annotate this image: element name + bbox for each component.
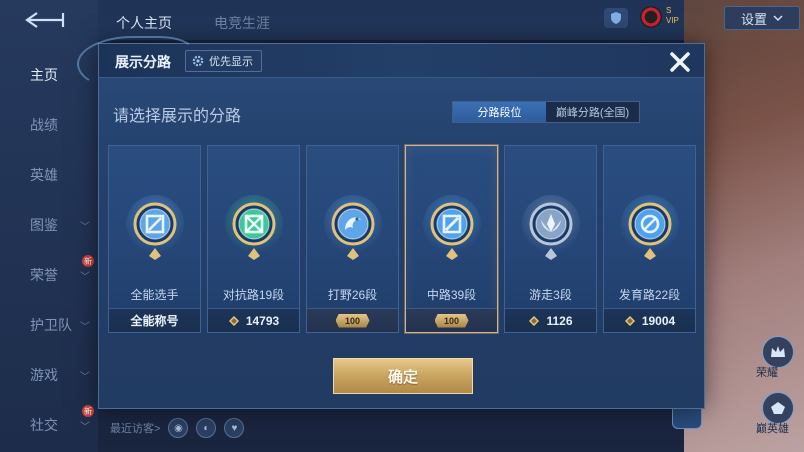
tab-peak-lane-national[interactable]: 巅峰分路(全国) — [546, 102, 639, 122]
lane-card[interactable]: 全能选手 全能称号 — [108, 145, 201, 333]
clash-lane-emblem-icon — [224, 194, 284, 262]
vip-info: S VIP — [666, 6, 679, 26]
peak-star-badge: 100 — [335, 313, 370, 328]
points-icon — [528, 315, 540, 327]
sidebar-item-label: 战绩 — [30, 117, 58, 133]
points-value: 19004 — [641, 313, 676, 328]
shield-icon — [611, 12, 621, 24]
sidebar-item-social[interactable]: 社交 ﹀ — [0, 410, 98, 440]
lane-card-footer: 19004 — [604, 308, 695, 332]
gear-icon — [192, 55, 204, 67]
back-button[interactable] — [22, 10, 68, 30]
settings-label: 设置 — [740, 11, 767, 27]
lane-card-footer: 1126 — [505, 308, 596, 332]
sidebar-item-label: 社交 — [30, 417, 58, 433]
visitor-avatar[interactable]: ◐ — [196, 418, 217, 438]
lane-mode-toggle: 分路段位 巅峰分路(全国) — [452, 101, 640, 123]
lane-card-list: 全能选手 全能称号 对抗路19段 14793 打野26段 100 中路39段 100 游走3段 1… — [108, 145, 698, 335]
chevron-down-icon: ﹀ — [80, 271, 90, 283]
hero-icon — [771, 402, 785, 414]
lane-card[interactable]: 中路39段 100 — [405, 145, 498, 333]
lane-card-footer: 100 — [406, 308, 497, 332]
points-icon — [624, 315, 636, 327]
lane-card-name: 游走3段 — [529, 288, 572, 302]
close-icon — [670, 52, 690, 72]
roam-emblem-icon — [521, 194, 581, 262]
recent-visitors-link[interactable]: 最近访客> — [110, 420, 160, 436]
tab-profile[interactable]: 个人主页 — [116, 13, 172, 33]
all-round-emblem-icon — [125, 194, 185, 262]
lane-card[interactable]: 游走3段 1126 — [504, 145, 597, 333]
lane-card-name: 发育路22段 — [618, 288, 681, 302]
farm-lane-emblem-icon — [620, 194, 680, 262]
jungle-emblem-icon — [323, 194, 383, 262]
sidebar-item-heroes[interactable]: 英雄 — [0, 160, 98, 190]
sidebar-item-label: 图鉴 — [30, 217, 58, 233]
sidebar-item-label: 主页 — [30, 67, 58, 83]
priority-display-button[interactable]: 优先显示 — [185, 50, 262, 72]
visitor-avatar[interactable]: ◉ — [168, 418, 189, 438]
sidebar-item-home[interactable]: 主页 — [0, 60, 98, 90]
sidebar-item-records[interactable]: 战绩 — [0, 110, 98, 140]
sidebar-item-codex[interactable]: 图鉴 ﹀ — [0, 210, 98, 240]
sidebar-item-label: 英雄 — [30, 167, 58, 183]
title-label: 全能称号 — [130, 314, 179, 328]
crown-icon — [771, 346, 785, 357]
like-icon[interactable]: ♥ — [224, 418, 245, 438]
lane-card-footer: 100 — [307, 308, 398, 332]
lane-display-dialog: 展示分路 优先显示 请选择展示的分路 分路段位 巅峰分路(全国) 全能选手全能称… — [77, 36, 705, 409]
glory-label: 荣耀 — [756, 367, 778, 379]
lane-card[interactable]: 发育路22段 19004 — [603, 145, 696, 333]
bottom-bar: 最近访客> ◉ ◐ ♥ — [110, 416, 245, 440]
peak-hero-label: 巅英雄 — [756, 423, 789, 435]
lane-card-name: 打野26段 — [327, 288, 378, 302]
close-button[interactable] — [665, 48, 695, 76]
lane-card-footer: 14793 — [208, 308, 299, 332]
settings-button[interactable]: 设置 — [724, 6, 800, 30]
points-value: 1126 — [546, 313, 573, 328]
lane-card-footer: 全能称号 — [109, 308, 200, 332]
sidebar-item-games[interactable]: 游戏 ﹀ — [0, 360, 98, 390]
peak-star-badge: 100 — [434, 313, 469, 328]
chevron-down-icon: ﹀ — [80, 371, 90, 383]
mid-lane-emblem-icon — [422, 194, 482, 262]
tab-esports-career[interactable]: 电竞生涯 — [214, 13, 270, 33]
back-arrow-icon — [25, 12, 65, 28]
points-icon — [228, 315, 240, 327]
points-value: 14793 — [245, 313, 280, 328]
lane-card-name: 对抗路19段 — [222, 288, 285, 302]
rank-badge[interactable] — [604, 8, 628, 28]
sidebar-item-honor[interactable]: 荣誉 ﹀ — [0, 260, 98, 290]
lane-card[interactable]: 打野26段 100 — [306, 145, 399, 333]
sidebar-item-label: 游戏 — [30, 367, 58, 383]
chevron-down-icon — [773, 15, 783, 22]
dialog-subtitle: 请选择展示的分路 — [113, 108, 242, 125]
sidebar-item-label: 荣誉 — [30, 267, 58, 283]
confirm-button[interactable]: 确定 — [333, 358, 473, 394]
tab-lane-rank[interactable]: 分路段位 — [453, 102, 546, 122]
lane-card-name: 中路39段 — [426, 288, 477, 302]
chevron-down-icon: ﹀ — [80, 321, 90, 333]
dialog-title: 展示分路 — [115, 54, 171, 70]
lane-card[interactable]: 对抗路19段 14793 — [207, 145, 300, 333]
vip-line-1: S — [666, 6, 672, 15]
lane-card-name: 全能选手 — [130, 288, 179, 302]
priority-display-label: 优先显示 — [209, 56, 253, 68]
chevron-down-icon: ﹀ — [80, 221, 90, 233]
sidebar-item-label: 护卫队 — [30, 317, 72, 333]
chevron-down-icon: ﹀ — [80, 421, 90, 433]
avatar[interactable] — [640, 6, 662, 28]
sidebar-item-guard-team[interactable]: 护卫队 ﹀ — [0, 310, 98, 340]
vip-line-2: VIP — [666, 16, 679, 25]
